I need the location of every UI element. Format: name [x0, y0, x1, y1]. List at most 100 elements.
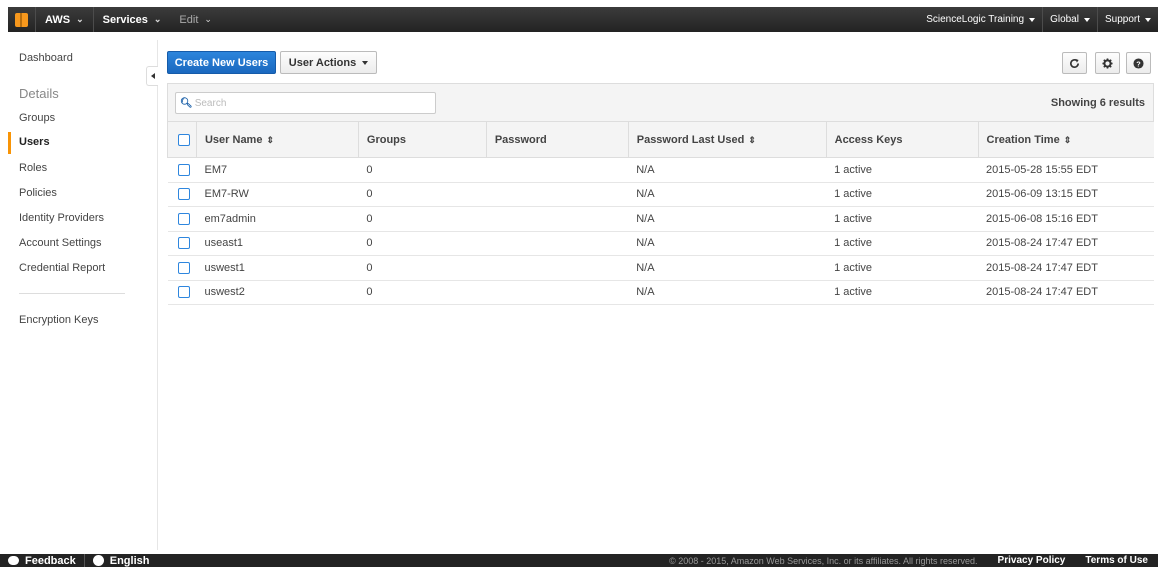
cell-user-name[interactable]: uswest1	[196, 255, 359, 281]
caret-down-icon	[362, 60, 369, 65]
cell-groups: 0	[358, 255, 487, 281]
table-row[interactable]: useast1 0 N/A 1 active 2015-08-24 17:47 …	[167, 231, 1154, 256]
cell-user-name[interactable]: useast1	[196, 231, 359, 256]
region-menu-label: Global	[1050, 14, 1079, 25]
cell-access-keys: 1 active	[826, 182, 979, 207]
table-row[interactable]: uswest2 0 N/A 1 active 2015-08-24 17:47 …	[167, 280, 1154, 305]
globe-icon	[92, 555, 104, 566]
cell-password	[486, 280, 629, 305]
cell-access-keys: 1 active	[826, 231, 979, 256]
cell-creation-time: 2015-06-09 13:15 EDT	[978, 182, 1154, 207]
feedback-label: Feedback	[25, 554, 76, 567]
sidebar-item-roles[interactable]: Roles	[19, 162, 47, 174]
cell-access-keys: 1 active	[826, 255, 979, 281]
account-menu[interactable]: ScienceLogic Training	[919, 7, 1042, 32]
user-actions-button[interactable]: User Actions	[280, 51, 377, 74]
column-groups: Groups	[357, 121, 487, 158]
cell-user-name[interactable]: uswest2	[196, 280, 359, 305]
sidebar-item-policies[interactable]: Policies	[19, 187, 57, 199]
select-all-cell[interactable]	[167, 121, 197, 158]
gear-icon	[1102, 57, 1113, 69]
results-count: Showing 6 results	[1050, 97, 1145, 109]
language-selector[interactable]: English	[85, 554, 158, 567]
cell-password-last-used: N/A	[628, 182, 827, 207]
column-label: Groups	[366, 133, 407, 146]
page-edge	[0, 0, 8, 567]
services-menu[interactable]: Services ⌄	[94, 7, 171, 32]
row-checkbox[interactable]	[177, 188, 190, 201]
help-icon: ?	[1133, 57, 1144, 69]
search-input[interactable]	[194, 97, 425, 109]
create-new-users-button[interactable]: Create New Users	[167, 51, 276, 74]
cell-password	[486, 231, 629, 256]
table-header-row: User Name ⇕ Groups Password Password Last…	[167, 121, 1154, 158]
collapse-sidebar-button[interactable]	[146, 66, 158, 86]
feedback-link[interactable]: Feedback	[0, 554, 84, 567]
speech-bubble-icon	[8, 556, 19, 565]
edit-menu[interactable]: Edit ⌄	[170, 7, 221, 32]
cell-access-keys: 1 active	[826, 206, 979, 232]
cell-creation-time: 2015-06-08 15:16 EDT	[978, 206, 1154, 232]
row-checkbox[interactable]	[177, 261, 190, 274]
cell-user-name[interactable]: em7admin	[196, 206, 359, 232]
search-field[interactable]: 🔍︎	[175, 92, 436, 114]
cell-creation-time: 2015-05-28 15:55 EDT	[978, 157, 1154, 183]
row-checkbox[interactable]	[177, 212, 190, 225]
search-icon: 🔍︎	[180, 97, 193, 109]
support-menu-label: Support	[1104, 14, 1140, 25]
sidebar-item-identity-providers[interactable]: Identity Providers	[19, 212, 104, 224]
copyright-text: © 2008 - 2015, Amazon Web Services, Inc.…	[669, 555, 978, 566]
table-row[interactable]: EM7 0 N/A 1 active 2015-05-28 15:55 EDT	[167, 157, 1154, 183]
select-all-checkbox[interactable]	[178, 133, 190, 146]
table-row[interactable]: em7admin 0 N/A 1 active 2015-06-08 15:16…	[167, 206, 1154, 232]
sidebar: Dashboard Details Groups Users Roles Pol…	[8, 40, 158, 550]
aws-logo-icon[interactable]	[8, 7, 35, 32]
column-creation-time[interactable]: Creation Time ⇕	[977, 121, 1154, 158]
sidebar-item-encryption-keys[interactable]: Encryption Keys	[19, 314, 98, 326]
cell-creation-time: 2015-08-24 17:47 EDT	[978, 255, 1154, 281]
language-label: English	[109, 554, 150, 567]
cell-user-name[interactable]: EM7-RW	[196, 182, 359, 207]
table-row[interactable]: uswest1 0 N/A 1 active 2015-08-24 17:47 …	[167, 255, 1154, 281]
sidebar-heading-details: Details	[19, 86, 59, 101]
cell-access-keys: 1 active	[826, 157, 979, 183]
refresh-button[interactable]	[1062, 52, 1087, 74]
sidebar-divider	[19, 293, 125, 294]
sidebar-item-groups[interactable]: Groups	[19, 112, 55, 124]
column-password-last-used[interactable]: Password Last Used ⇕	[627, 121, 827, 158]
sidebar-item-dashboard[interactable]: Dashboard	[19, 52, 73, 64]
aws-menu[interactable]: AWS ⌄	[36, 7, 93, 32]
cell-groups: 0	[358, 182, 487, 207]
cell-password-last-used: N/A	[628, 231, 827, 256]
cell-groups: 0	[358, 206, 487, 232]
cell-password-last-used: N/A	[628, 206, 827, 232]
cell-password-last-used: N/A	[628, 280, 827, 305]
row-checkbox[interactable]	[177, 286, 190, 299]
cell-password	[486, 182, 629, 207]
terms-of-use-link[interactable]: Terms of Use	[1075, 555, 1158, 566]
row-checkbox[interactable]	[177, 163, 190, 176]
sidebar-item-account-settings[interactable]: Account Settings	[19, 237, 102, 249]
settings-button[interactable]	[1095, 52, 1120, 74]
row-checkbox[interactable]	[177, 237, 190, 250]
cell-groups: 0	[358, 231, 487, 256]
top-navigation-bar: AWS ⌄ Services ⌄ Edit ⌄ ScienceLogic Tra…	[8, 7, 1158, 32]
privacy-policy-link[interactable]: Privacy Policy	[988, 555, 1076, 566]
cell-user-name[interactable]: EM7	[196, 157, 359, 183]
chevron-down-icon: ⌄	[76, 14, 84, 24]
help-button[interactable]: ?	[1126, 52, 1151, 74]
column-user-name[interactable]: User Name ⇕	[195, 121, 359, 158]
support-menu[interactable]: Support	[1098, 7, 1158, 32]
table-row[interactable]: EM7-RW 0 N/A 1 active 2015-06-09 13:15 E…	[167, 182, 1154, 207]
cell-password-last-used: N/A	[628, 157, 827, 183]
region-menu[interactable]: Global	[1043, 7, 1097, 32]
sidebar-item-users[interactable]: Users	[8, 132, 158, 154]
column-label: Access Keys	[834, 133, 903, 146]
cell-access-keys: 1 active	[826, 280, 979, 305]
sort-icon: ⇕	[748, 134, 756, 145]
users-table: User Name ⇕ Groups Password Password Last…	[167, 121, 1154, 305]
cell-password-last-used: N/A	[628, 255, 827, 281]
column-label: Creation Time	[986, 133, 1060, 146]
cell-creation-time: 2015-08-24 17:47 EDT	[978, 231, 1154, 256]
sidebar-item-credential-report[interactable]: Credential Report	[19, 262, 105, 274]
